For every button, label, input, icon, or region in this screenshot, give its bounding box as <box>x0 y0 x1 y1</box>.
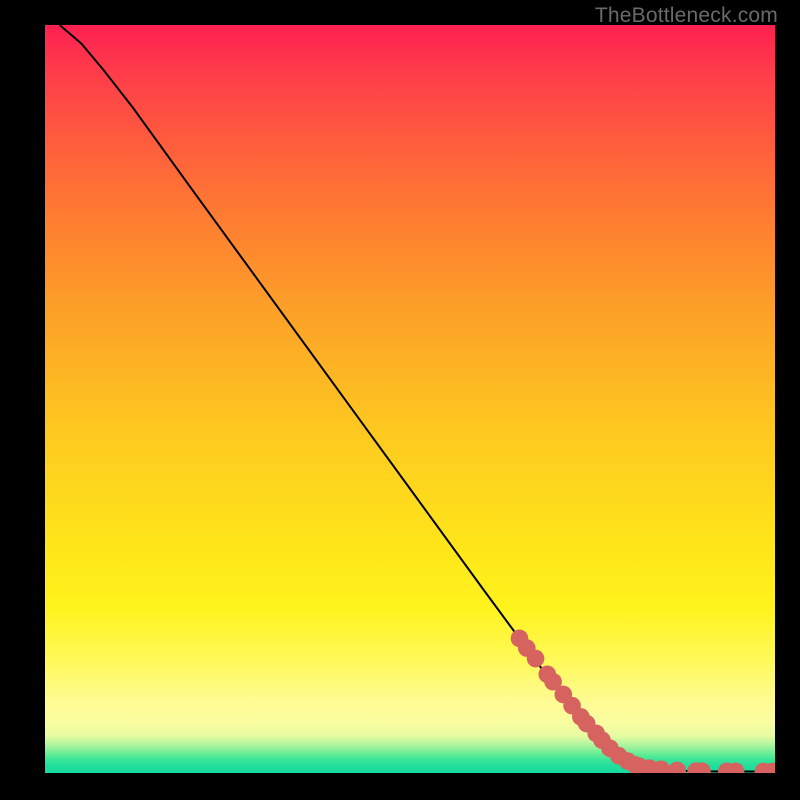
markers-layer <box>511 630 775 773</box>
watermark-text: TheBottleneck.com <box>595 4 778 28</box>
curve-layer <box>60 25 775 772</box>
marker-dot <box>668 762 686 773</box>
plot-area <box>45 25 775 773</box>
marker-dot <box>527 650 545 668</box>
curve-path <box>60 25 775 772</box>
chart-svg <box>45 25 775 773</box>
chart-frame: TheBottleneck.com <box>0 0 800 800</box>
